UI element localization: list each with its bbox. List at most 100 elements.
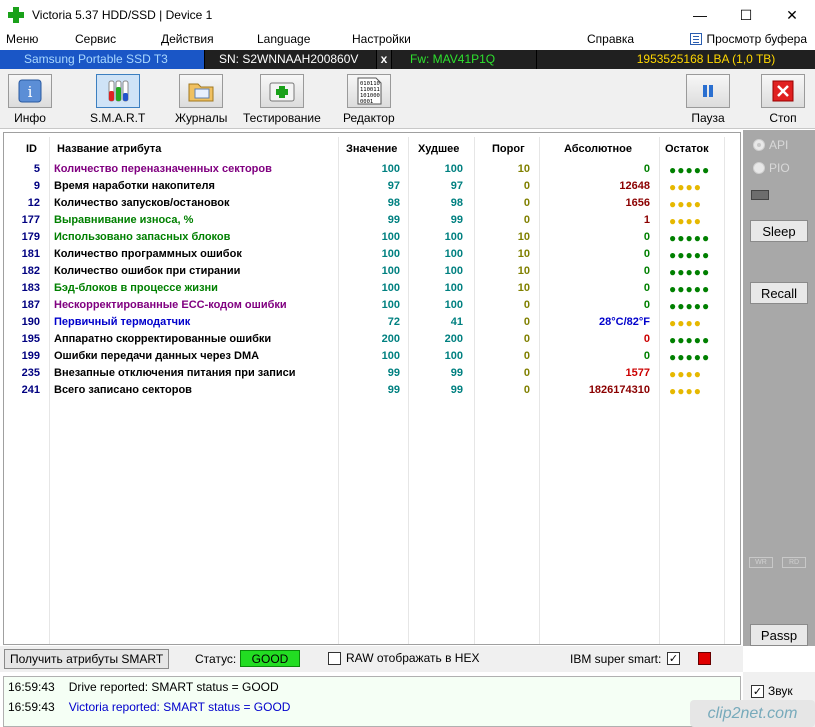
menu-actions[interactable]: Действия: [161, 32, 214, 46]
row-value: 100: [381, 248, 400, 260]
get-smart-button[interactable]: Получить атрибуты SMART: [4, 649, 170, 669]
status-badge: GOOD: [240, 650, 300, 667]
table-row[interactable]: 235 Внезапные отключения питания при запи…: [4, 365, 740, 382]
logs-button[interactable]: Журналы: [175, 74, 227, 125]
row-name: Количество запусков/остановок: [54, 197, 230, 209]
menu-language[interactable]: Language: [257, 32, 310, 46]
menu-service[interactable]: Сервис: [75, 32, 116, 46]
row-remain-dots: ●●●●: [669, 316, 702, 330]
row-raw: 1: [643, 214, 650, 226]
header-value[interactable]: Значение: [346, 143, 397, 155]
raw-hex-checkbox[interactable]: [328, 651, 341, 665]
header-worst[interactable]: Худшее: [418, 143, 459, 155]
maximize-button[interactable]: ☐: [723, 0, 769, 30]
log-time: 16:59:43: [8, 700, 55, 714]
test-tubes-icon: [95, 74, 140, 108]
row-worst: 100: [444, 163, 463, 175]
header-remain[interactable]: Остаток: [665, 143, 709, 155]
log-entry: 16:59:43 Victoria reported: SMART status …: [8, 700, 290, 714]
row-threshold: 10: [517, 282, 530, 294]
editor-button[interactable]: 010110 110011 101000 0001 Редактор: [343, 74, 395, 125]
row-raw: 0: [643, 163, 650, 175]
table-row[interactable]: 190 Первичный термодатчик 72 41 0 28°C/82°F ●●…: [4, 314, 740, 331]
row-name: Количество ошибок при стирании: [54, 265, 241, 277]
row-worst: 41: [450, 316, 463, 328]
row-threshold: 0: [523, 197, 530, 209]
menu-main[interactable]: Меню: [6, 32, 38, 46]
table-row[interactable]: 241 Всего записано секторов 99 99 0 182617431…: [4, 382, 740, 399]
row-name: Аппаратно скорректированные ошибки: [54, 333, 272, 345]
row-id: 5: [33, 163, 40, 175]
table-row[interactable]: 9 Время наработки накопителя 97 97 0 12648 ●●●…: [4, 178, 740, 195]
table-row[interactable]: 199 Ошибки передачи данных через DMA 100 10…: [4, 348, 740, 365]
table-row[interactable]: 179 Использовано запасных блоков 100 100 10 0…: [4, 229, 740, 246]
smart-button[interactable]: S.M.A.R.T: [90, 74, 145, 125]
row-worst: 100: [444, 282, 463, 294]
row-remain-dots: ●●●●: [669, 214, 702, 228]
row-raw: 0: [643, 248, 650, 260]
sound-checkbox[interactable]: ✓: [751, 684, 764, 698]
header-name[interactable]: Название атрибута: [57, 143, 161, 155]
header-raw[interactable]: Абсолютное: [564, 143, 632, 155]
row-threshold: 0: [523, 384, 530, 396]
close-button[interactable]: ✕: [769, 0, 815, 30]
pio-radio-circle[interactable]: [753, 162, 765, 174]
right-panel: API PIO Sleep Recall WR RD Passp: [743, 130, 815, 646]
sleep-button[interactable]: Sleep: [750, 220, 808, 242]
table-row[interactable]: 195 Аппаратно скорректированные ошибки 200…: [4, 331, 740, 348]
info-button[interactable]: i Инфо: [8, 74, 52, 125]
table-row[interactable]: 187 Нескорректированные ECC-кодом ошибки 1…: [4, 297, 740, 314]
buffer-view-button[interactable]: Просмотр буфера: [690, 32, 807, 46]
title-bar: Victoria 5.37 HDD/SSD | Device 1 — ☐ ✕: [0, 0, 815, 30]
row-worst: 97: [450, 180, 463, 192]
row-raw: 1656: [625, 197, 650, 209]
stop-button[interactable]: Стоп: [761, 74, 805, 125]
row-threshold: 0: [523, 299, 530, 311]
recall-button[interactable]: Recall: [750, 282, 808, 304]
row-value: 100: [381, 299, 400, 311]
table-row[interactable]: 177 Выравнивание износа, % 99 99 0 1 ●●●●: [4, 212, 740, 229]
header-threshold[interactable]: Порог: [492, 143, 525, 155]
menu-help[interactable]: Справка: [587, 32, 634, 46]
medkit-icon: [259, 74, 304, 108]
device-model[interactable]: Samsung Portable SSD T3: [0, 50, 204, 69]
row-worst: 99: [450, 214, 463, 226]
menu-settings[interactable]: Настройки: [352, 32, 411, 46]
device-firmware: Fw: MAV41P1Q: [392, 50, 536, 69]
raw-hex-option[interactable]: RAW отображать в HEX: [328, 651, 479, 665]
row-remain-dots: ●●●●: [669, 384, 702, 398]
test-button[interactable]: Тестирование: [243, 74, 321, 125]
table-row[interactable]: 181 Количество программных ошибок 100 100 10…: [4, 246, 740, 263]
row-name: Бэд-блоков в процессе жизни: [54, 282, 218, 294]
row-worst: 100: [444, 350, 463, 362]
row-value: 98: [387, 197, 400, 209]
row-id: 195: [21, 333, 40, 345]
ibm-checkbox[interactable]: ✓: [667, 652, 680, 665]
row-threshold: 0: [523, 333, 530, 345]
header-id[interactable]: ID: [26, 143, 37, 155]
api-radio-circle[interactable]: [753, 139, 765, 151]
logs-label: Журналы: [175, 111, 228, 125]
device-close-button[interactable]: x: [377, 50, 391, 69]
pause-button[interactable]: Пауза: [686, 74, 730, 125]
table-row[interactable]: 182 Количество ошибок при стирании 100 100 1…: [4, 263, 740, 280]
minimize-button[interactable]: —: [677, 0, 723, 30]
row-threshold: 10: [517, 248, 530, 260]
passp-button[interactable]: Passp: [750, 624, 808, 646]
binary-doc-icon: 010110 110011 101000 0001: [346, 74, 391, 108]
table-row[interactable]: 183 Бэд-блоков в процессе жизни 100 100 10 0 ●…: [4, 280, 740, 297]
row-id: 9: [33, 180, 40, 192]
row-name: Выравнивание износа, %: [54, 214, 194, 226]
row-threshold: 0: [523, 367, 530, 379]
table-row[interactable]: 12 Количество запусков/остановок 98 98 0 1656…: [4, 195, 740, 212]
table-row[interactable]: 5 Количество переназначенных секторов 100 1…: [4, 161, 740, 178]
api-radio[interactable]: API: [753, 138, 788, 152]
log-message: Drive reported: SMART status = GOOD: [68, 680, 279, 694]
watermark: clip2net.com: [690, 700, 815, 727]
sound-option[interactable]: ✓ Звук: [751, 684, 793, 698]
row-remain-dots: ●●●●●: [669, 163, 711, 177]
window-controls: — ☐ ✕: [677, 0, 815, 30]
pio-radio[interactable]: PIO: [753, 161, 790, 175]
status-label: Статус:: [195, 652, 237, 666]
row-threshold: 10: [517, 265, 530, 277]
